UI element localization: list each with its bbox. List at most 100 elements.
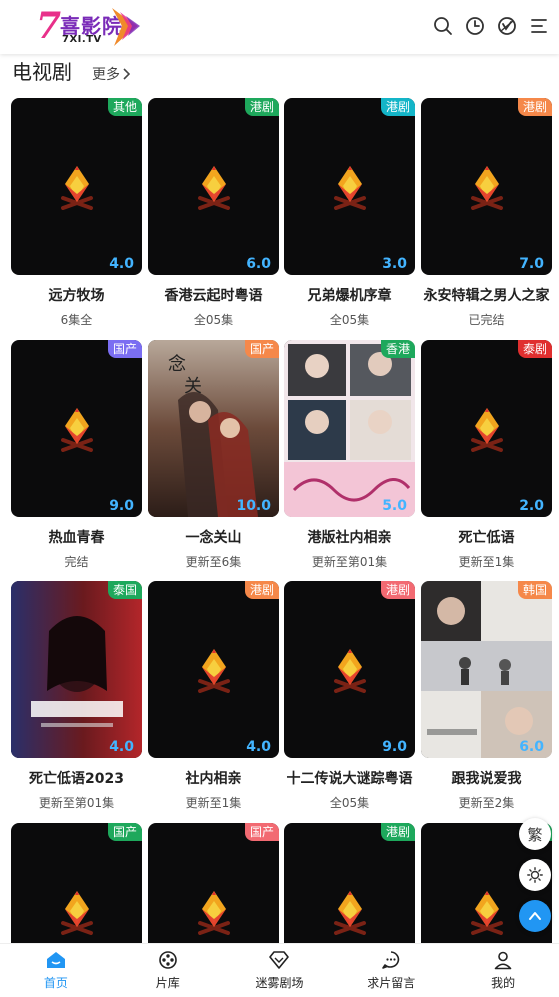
more-label: 更多: [92, 67, 120, 83]
flame-placeholder-icon: [60, 165, 93, 210]
back-to-top-button[interactable]: [519, 900, 551, 932]
series-poster[interactable]: 泰国 4.0: [11, 581, 142, 758]
series-title[interactable]: 港版社内相亲: [284, 527, 415, 547]
series-title[interactable]: 社内相亲: [148, 768, 279, 788]
category-badge: 港剧: [244, 581, 279, 599]
tab-label: 我的: [491, 976, 516, 990]
series-card[interactable]: 念 关 国产 10.0 一念关山更新至6集: [148, 340, 279, 570]
tab-profile[interactable]: 我的: [447, 944, 559, 997]
rating-score: 4.0: [109, 739, 134, 755]
episode-status: 更新至6集: [185, 555, 242, 569]
series-card[interactable]: 国产 9.0 热血青春完结: [11, 340, 142, 570]
series-card[interactable]: 港剧 3.0 兄弟爆机序章全05集: [284, 98, 415, 328]
rating-score: 6.0: [519, 739, 544, 755]
series-poster[interactable]: 港剧 4.0: [148, 581, 279, 758]
flame-placeholder-icon: [197, 890, 230, 935]
series-card[interactable]: 港剧 7.0 永安特辑之男人之家已完结: [421, 98, 552, 328]
series-card[interactable]: 香港 5.0 港版社内相亲更新至第01集: [284, 340, 415, 570]
more-link[interactable]: 更多: [92, 64, 130, 84]
rating-score: 2.0: [519, 498, 544, 514]
category-badge: 港剧: [380, 823, 415, 841]
series-card[interactable]: 泰剧 2.0 死亡低语 更新至1集: [421, 340, 552, 570]
category-badge: 泰国: [107, 581, 142, 599]
episode-status: 更新至第01集: [311, 555, 388, 569]
rating-score: 4.0: [109, 256, 134, 272]
series-title[interactable]: 永安特辑之男人之家: [421, 285, 552, 305]
tab-label: 片库: [155, 976, 180, 990]
tab-label: 首页: [43, 976, 68, 990]
chevron-up-icon: [529, 912, 541, 920]
series-poster[interactable]: 港剧 6.0: [148, 98, 279, 275]
series-title[interactable]: 跟我说爱我: [421, 768, 552, 788]
category-badge: 国产: [244, 823, 279, 841]
series-card[interactable]: 港剧 9.0 十二传说大谜踪粤语 全05集: [284, 581, 415, 811]
rating-score: 3.0: [382, 256, 407, 272]
rating-score: 5.0: [382, 498, 407, 514]
menu-icon[interactable]: [527, 14, 551, 38]
search-icon[interactable]: [431, 14, 455, 38]
tab-label: 求片留言: [367, 976, 416, 990]
chevron-right-icon: [123, 68, 130, 80]
rating-score: 9.0: [109, 498, 134, 514]
history-icon[interactable]: [463, 14, 487, 38]
poster-art: 念 关: [148, 340, 279, 517]
flame-placeholder-icon: [197, 648, 230, 693]
series-poster[interactable]: 念 关 国产 10.0: [148, 340, 279, 517]
flame-placeholder-icon: [60, 407, 93, 452]
site-logo[interactable]: 7 喜影院 7XI.TV: [36, 4, 146, 50]
flame-placeholder-icon: [333, 165, 366, 210]
series-poster[interactable]: 港剧 9.0: [284, 581, 415, 758]
svg-text:关: 关: [184, 376, 202, 397]
episode-status: 完结: [64, 555, 89, 569]
category-badge: 香港: [380, 340, 415, 358]
tab-library[interactable]: 片库: [112, 944, 224, 997]
series-card[interactable]: 港剧 6.0 香港云起时粤语全05集: [148, 98, 279, 328]
episode-status: 全05集: [193, 313, 234, 327]
series-title[interactable]: 远方牧场: [11, 285, 142, 305]
series-poster[interactable]: 国产 9.0: [11, 340, 142, 517]
rating-score: 10.0: [236, 498, 271, 514]
tab-home[interactable]: 首页: [0, 944, 112, 997]
series-card[interactable]: 其他 4.0 远方牧场 6集全: [11, 98, 142, 328]
top-header: 7 喜影院 7XI.TV: [0, 0, 559, 54]
series-title[interactable]: 热血青春: [11, 527, 142, 547]
diamond-icon: [269, 951, 290, 969]
flame-placeholder-icon: [197, 165, 230, 210]
series-title[interactable]: 死亡低语2023: [11, 768, 142, 788]
tab-label: 迷雾剧场: [255, 976, 304, 990]
episode-status: 更新至2集: [458, 796, 515, 810]
series-title[interactable]: 香港云起时粤语: [148, 285, 279, 305]
traditional-chinese-button[interactable]: 繁: [519, 818, 551, 850]
series-title[interactable]: 兄弟爆机序章: [284, 285, 415, 305]
series-card[interactable]: 泰国 4.0 死亡低语2023 更新至第01集: [11, 581, 142, 811]
series-card[interactable]: 港剧 4.0 社内相亲 更新至1集: [148, 581, 279, 811]
category-badge: 泰剧: [517, 340, 552, 358]
tab-request-message[interactable]: 求片留言: [335, 944, 447, 997]
flame-placeholder-icon: [470, 407, 503, 452]
theme-toggle-button[interactable]: [519, 859, 551, 891]
category-badge: 港剧: [380, 98, 415, 116]
category-badge: 韩国: [517, 581, 552, 599]
series-poster[interactable]: 港剧 7.0: [421, 98, 552, 275]
svg-text:念: 念: [168, 353, 186, 375]
tab-mystery-theater[interactable]: 迷雾剧场: [224, 944, 336, 997]
series-poster[interactable]: 韩国 6.0: [421, 581, 552, 758]
series-poster[interactable]: 泰剧 2.0: [421, 340, 552, 517]
series-poster[interactable]: 其他 4.0: [11, 98, 142, 275]
series-card[interactable]: 韩国 6.0 跟我说爱我更新至2集: [421, 581, 552, 811]
rating-score: 9.0: [382, 739, 407, 755]
rating-score: 6.0: [246, 256, 271, 272]
series-title[interactable]: 一念关山: [148, 527, 279, 547]
floating-actions: 繁: [519, 818, 551, 932]
episode-status: 已完结: [468, 313, 505, 327]
user-icon: [494, 951, 512, 970]
flame-placeholder-icon: [333, 890, 366, 935]
chat-icon: [382, 951, 400, 969]
series-title[interactable]: 十二传说大谜踪粤语: [284, 768, 415, 788]
series-poster[interactable]: 港剧 3.0: [284, 98, 415, 275]
series-poster[interactable]: 香港 5.0: [284, 340, 415, 517]
episode-status: 全05集: [329, 313, 370, 327]
vip-icon[interactable]: [495, 14, 519, 38]
series-title[interactable]: 死亡低语: [421, 527, 552, 547]
traditional-label: 繁: [527, 825, 543, 844]
